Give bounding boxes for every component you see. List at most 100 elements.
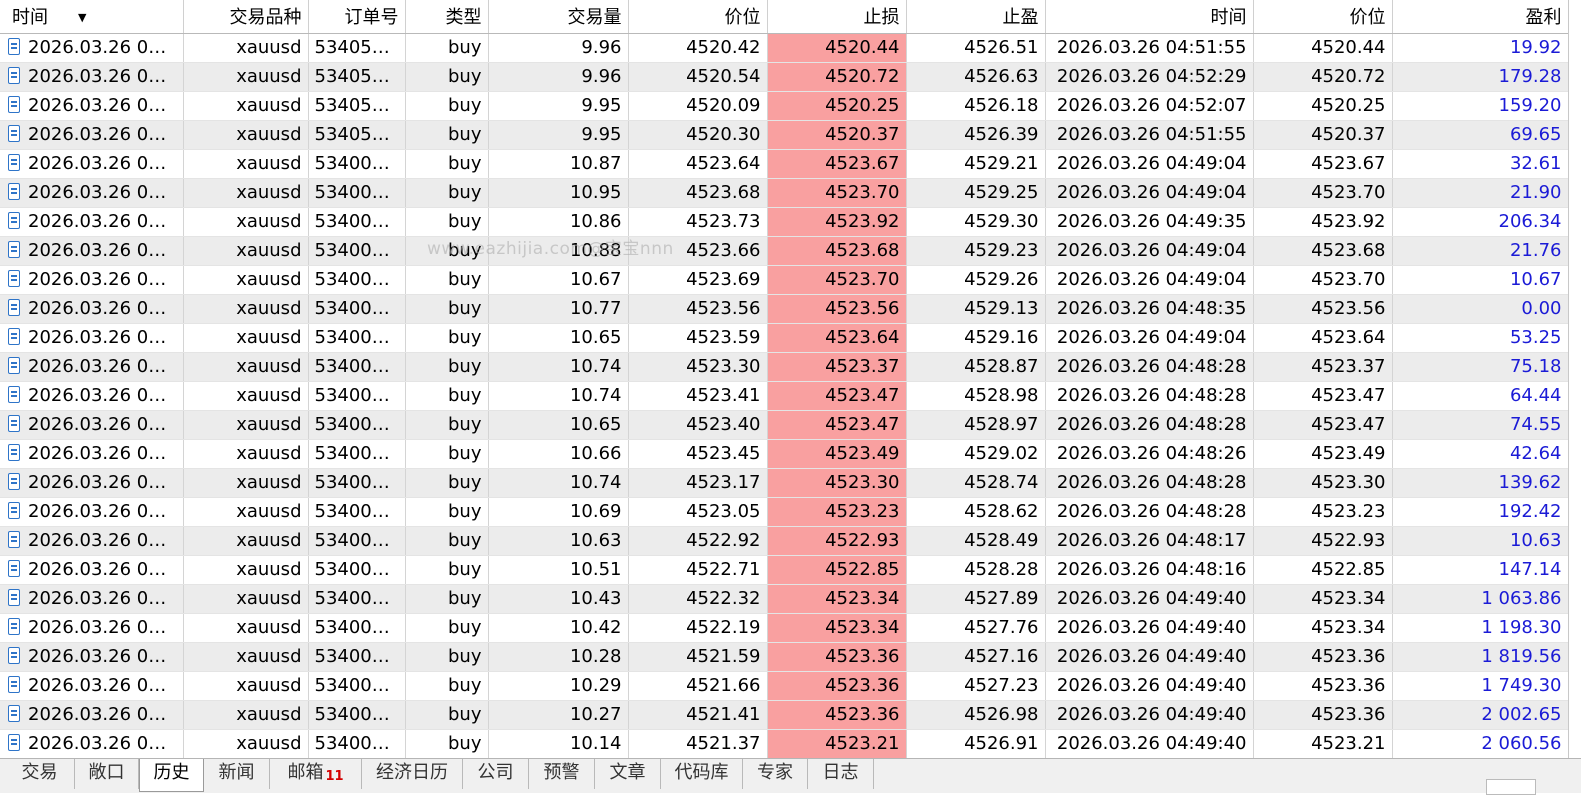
cell-open-price: 4520.30: [628, 120, 768, 150]
cell-ticket: 534006…: [308, 700, 406, 730]
cell-type: buy: [405, 526, 489, 556]
cell-symbol: xauusd: [183, 671, 309, 701]
cell-profit: 192.42: [1392, 497, 1568, 527]
cell-take-profit: 4529.30: [906, 207, 1046, 237]
cell-open-price: 4523.45: [628, 439, 768, 469]
tab-2[interactable]: 历史: [139, 759, 204, 792]
cell-close-time: 2026.03.26 04:49:04: [1045, 178, 1254, 208]
cell-profit: 69.65: [1392, 120, 1568, 150]
cell-open-price: 4523.73: [628, 207, 768, 237]
table-row[interactable]: 2026.03.26 04:… xauusd 534007… buy 10.63 4522…: [0, 526, 1568, 556]
table-row[interactable]: 2026.03.26 04:… xauusd 534007… buy 10.74 4523…: [0, 468, 1568, 498]
cell-open-time: 2026.03.26 04:…: [0, 729, 184, 758]
table-row[interactable]: 2026.03.26 04:… xauusd 534006… buy 10.14 4521…: [0, 729, 1568, 758]
cell-take-profit: 4526.51: [906, 33, 1046, 63]
table-row[interactable]: 2026.03.26 04:… xauusd 534008… buy 10.65 4523…: [0, 410, 1568, 440]
cell-type: buy: [405, 236, 489, 266]
tab-10[interactable]: 专家: [743, 759, 808, 789]
cell-ticket: 534055…: [308, 62, 406, 92]
order-document-icon: [8, 502, 20, 519]
table-row[interactable]: 2026.03.26 04:… xauusd 534007… buy 10.51 4522…: [0, 555, 1568, 585]
cell-close-price: 4523.23: [1253, 497, 1393, 527]
cell-ticket: 534006…: [308, 671, 406, 701]
cell-volume: 10.42: [488, 613, 629, 643]
table-row[interactable]: 2026.03.26 04:… xauusd 534006… buy 10.29 4521…: [0, 671, 1568, 701]
cell-open-time: 2026.03.26 04:…: [0, 526, 184, 556]
cell-volume: 10.74: [488, 352, 629, 382]
cell-stop-loss: 4523.49: [767, 439, 907, 469]
col-header-type[interactable]: 类型: [405, 0, 489, 34]
table-row[interactable]: 2026.03.26 04:… xauusd 534007… buy 10.69 4523…: [0, 497, 1568, 527]
cell-stop-loss: 4520.37: [767, 120, 907, 150]
table-row[interactable]: 2026.03.26 04:… xauusd 534008… buy 10.67 4523…: [0, 265, 1568, 295]
cell-close-time: 2026.03.26 04:49:40: [1045, 642, 1254, 672]
table-row[interactable]: 2026.03.26 04:… xauusd 534009… buy 10.86 4523…: [0, 207, 1568, 237]
cell-close-price: 4523.70: [1253, 178, 1393, 208]
cell-take-profit: 4527.23: [906, 671, 1046, 701]
sort-down-arrow-icon[interactable]: ▼: [78, 11, 86, 24]
col-header-ticket[interactable]: 订单号: [308, 0, 406, 34]
cell-open-time: 2026.03.26 04:…: [0, 323, 184, 353]
col-header-profit[interactable]: 盈利: [1392, 0, 1568, 34]
cell-stop-loss: 4523.70: [767, 265, 907, 295]
table-row[interactable]: 2026.03.26 04:… xauusd 534009… buy 10.87 4523…: [0, 149, 1568, 179]
cell-symbol: xauusd: [183, 497, 309, 527]
tab-8[interactable]: 文章: [595, 759, 661, 789]
cell-type: buy: [405, 671, 489, 701]
cell-stop-loss: 4522.93: [767, 526, 907, 556]
tab-7[interactable]: 预警: [529, 759, 595, 789]
cell-take-profit: 4526.63: [906, 62, 1046, 92]
tab-11[interactable]: 日志: [808, 759, 874, 789]
cell-symbol: xauusd: [183, 294, 309, 324]
tab-3[interactable]: 新闻: [204, 759, 270, 789]
col-header-take-profit[interactable]: 止盈: [906, 0, 1046, 34]
table-row[interactable]: 2026.03.26 04:… xauusd 534009… buy 10.88 4523…: [0, 236, 1568, 266]
table-row[interactable]: 2026.03.26 04:… xauusd 534055… buy 9.96 4520.…: [0, 33, 1568, 63]
cell-open-time: 2026.03.26 04:…: [0, 671, 184, 701]
col-header-stop-loss[interactable]: 止损: [767, 0, 907, 34]
table-row[interactable]: 2026.03.26 04:… xauusd 534006… buy 10.43 4522…: [0, 584, 1568, 614]
table-row[interactable]: 2026.03.26 04:… xauusd 534006… buy 10.27 4521…: [0, 700, 1568, 730]
tab-9[interactable]: 代码库: [661, 759, 743, 789]
cell-open-price: 4522.32: [628, 584, 768, 614]
cell-type: buy: [405, 642, 489, 672]
tab-4[interactable]: 邮箱 11: [270, 759, 362, 789]
cell-ticket: 534006…: [308, 729, 406, 758]
table-row[interactable]: 2026.03.26 04:… xauusd 534006… buy 10.42 4522…: [0, 613, 1568, 643]
cell-ticket: 534009…: [308, 178, 406, 208]
tab-1[interactable]: 敞口: [75, 759, 139, 789]
bottom-tab-bar: 交易 敞口 历史 新闻 邮箱 11 经济日历 公司 预警 文章 代码库 专家 日志: [0, 758, 1581, 793]
tab-5[interactable]: 经济日历: [362, 759, 463, 789]
cell-open-price: 4520.42: [628, 33, 768, 63]
cell-take-profit: 4528.28: [906, 555, 1046, 585]
table-row[interactable]: 2026.03.26 04:… xauusd 534055… buy 9.95 4520.…: [0, 91, 1568, 121]
table-row[interactable]: 2026.03.26 04:… xauusd 534008… buy 10.65 4523…: [0, 323, 1568, 353]
cell-open-time: 2026.03.26 04:…: [0, 236, 184, 266]
cell-stop-loss: 4523.56: [767, 294, 907, 324]
table-row[interactable]: 2026.03.26 04:… xauusd 534007… buy 10.74 4523…: [0, 352, 1568, 382]
tab-6[interactable]: 公司: [463, 759, 529, 789]
cell-take-profit: 4528.87: [906, 352, 1046, 382]
table-row[interactable]: 2026.03.26 04:… xauusd 534008… buy 10.66 4523…: [0, 439, 1568, 469]
cell-open-price: 4520.09: [628, 91, 768, 121]
table-row[interactable]: 2026.03.26 04:… xauusd 534009… buy 10.95 4523…: [0, 178, 1568, 208]
cell-close-price: 4523.36: [1253, 700, 1393, 730]
col-header-open-price[interactable]: 价位: [628, 0, 768, 34]
table-row[interactable]: 2026.03.26 04:… xauusd 534055… buy 9.95 4520.…: [0, 120, 1568, 150]
table-row[interactable]: 2026.03.26 04:… xauusd 534055… buy 9.96 4520.…: [0, 62, 1568, 92]
col-header-close-time[interactable]: 时间: [1045, 0, 1254, 34]
cell-profit: 206.34: [1392, 207, 1568, 237]
toolbox-corner-control[interactable]: [1486, 779, 1536, 795]
cell-take-profit: 4528.62: [906, 497, 1046, 527]
table-row[interactable]: 2026.03.26 04:… xauusd 534008… buy 10.77 4523…: [0, 294, 1568, 324]
tab-0[interactable]: 交易: [5, 759, 75, 789]
cell-open-price: 4523.05: [628, 497, 768, 527]
col-header-volume[interactable]: 交易量: [488, 0, 629, 34]
col-header-close-price[interactable]: 价位: [1253, 0, 1393, 34]
cell-close-price: 4522.85: [1253, 555, 1393, 585]
col-header-open-time[interactable]: 时间 ▼: [0, 0, 184, 34]
table-row[interactable]: 2026.03.26 04:… xauusd 534006… buy 10.28 4521…: [0, 642, 1568, 672]
table-row[interactable]: 2026.03.26 04:… xauusd 534008… buy 10.74 4523…: [0, 381, 1568, 411]
col-header-symbol[interactable]: 交易品种: [183, 0, 309, 34]
cell-type: buy: [405, 613, 489, 643]
